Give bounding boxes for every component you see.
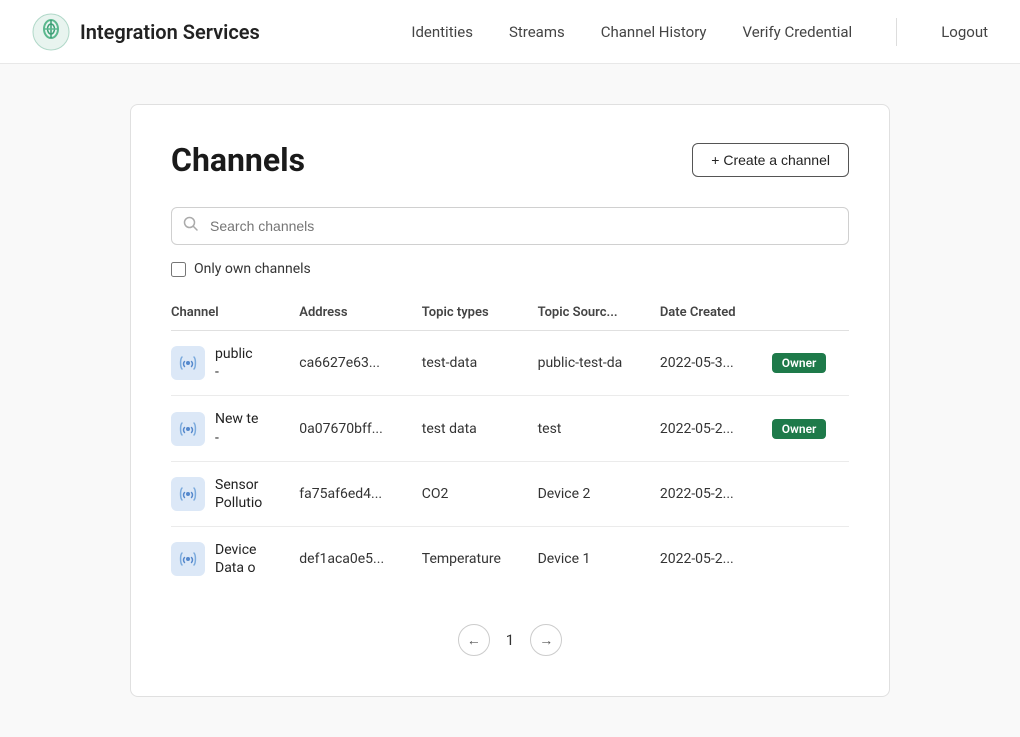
pagination: ← 1 →	[171, 624, 849, 656]
table-row[interactable]: public- ca6627e63...test-datapublic-test…	[171, 331, 849, 396]
brand-logo	[32, 13, 70, 51]
badge-cell	[762, 461, 849, 526]
topic-source-cell: Device 2	[528, 461, 650, 526]
prev-icon: ←	[467, 632, 481, 648]
prev-page-button[interactable]: ←	[458, 624, 490, 656]
main-content: Channels + Create a channel Only own cha…	[0, 64, 1020, 737]
create-channel-button[interactable]: + Create a channel	[692, 143, 849, 177]
channel-cell-2: SensorPollutio	[171, 461, 289, 526]
owner-badge: Owner	[772, 419, 827, 439]
date-created-cell: 2022-05-3...	[650, 331, 762, 396]
own-channels-label[interactable]: Only own channels	[194, 261, 311, 277]
date-created-cell: 2022-05-2...	[650, 461, 762, 526]
owner-badge: Owner	[772, 353, 827, 373]
current-page: 1	[506, 631, 514, 649]
search-wrapper	[171, 207, 849, 245]
card-header: Channels + Create a channel	[171, 141, 849, 179]
col-topic-types: Topic types	[412, 297, 528, 331]
col-date-created: Date Created	[650, 297, 762, 331]
brand-name: Integration Services	[80, 20, 260, 44]
address-cell: 0a07670bff...	[289, 396, 412, 461]
address-cell: ca6627e63...	[289, 331, 412, 396]
channel-cell-1: New te-	[171, 396, 289, 461]
table-row[interactable]: SensorPollutio fa75af6ed4...CO2Device 22…	[171, 461, 849, 526]
page-title: Channels	[171, 141, 305, 179]
channels-table: Channel Address Topic types Topic Sourc.…	[171, 297, 849, 592]
nav-channel-history[interactable]: Channel History	[601, 23, 707, 41]
logout-button[interactable]: Logout	[941, 23, 988, 41]
col-topic-source: Topic Sourc...	[528, 297, 650, 331]
channels-card: Channels + Create a channel Only own cha…	[130, 104, 890, 697]
nav-links: Identities Streams Channel History Verif…	[411, 18, 988, 46]
channel-name: DeviceData o	[215, 541, 256, 577]
address-cell: def1aca0e5...	[289, 527, 412, 592]
badge-cell: Owner	[762, 396, 849, 461]
search-input[interactable]	[171, 207, 849, 245]
col-address: Address	[289, 297, 412, 331]
topic-source-cell: Device 1	[528, 527, 650, 592]
table-row[interactable]: DeviceData o def1aca0e5...TemperatureDev…	[171, 527, 849, 592]
channel-icon	[171, 477, 205, 511]
topic-types-cell: Temperature	[412, 527, 528, 592]
channel-cell-0: public-	[171, 331, 289, 396]
nav-identities[interactable]: Identities	[411, 23, 473, 41]
brand: Integration Services	[32, 13, 260, 51]
channel-cell-3: DeviceData o	[171, 527, 289, 592]
nav-streams[interactable]: Streams	[509, 23, 565, 41]
date-created-cell: 2022-05-2...	[650, 527, 762, 592]
channel-icon	[171, 542, 205, 576]
table-header: Channel Address Topic types Topic Sourc.…	[171, 297, 849, 331]
topic-source-cell: public-test-da	[528, 331, 650, 396]
date-created-cell: 2022-05-2...	[650, 396, 762, 461]
col-badge	[762, 297, 849, 331]
topic-types-cell: CO2	[412, 461, 528, 526]
own-channels-checkbox[interactable]	[171, 262, 186, 277]
table-row[interactable]: New te- 0a07670bff...test datatest2022-0…	[171, 396, 849, 461]
navbar: Integration Services Identities Streams …	[0, 0, 1020, 64]
topic-types-cell: test-data	[412, 331, 528, 396]
topic-source-cell: test	[528, 396, 650, 461]
channel-name: public-	[215, 345, 253, 381]
own-channels-filter: Only own channels	[171, 261, 849, 277]
topic-types-cell: test data	[412, 396, 528, 461]
table-body: public- ca6627e63...test-datapublic-test…	[171, 331, 849, 592]
channel-name: SensorPollutio	[215, 476, 262, 512]
address-cell: fa75af6ed4...	[289, 461, 412, 526]
next-icon: →	[539, 632, 553, 648]
channel-name: New te-	[215, 410, 258, 446]
channel-icon	[171, 412, 205, 446]
badge-cell: Owner	[762, 331, 849, 396]
channel-icon	[171, 346, 205, 380]
badge-cell	[762, 527, 849, 592]
col-channel: Channel	[171, 297, 289, 331]
nav-divider	[896, 18, 897, 46]
next-page-button[interactable]: →	[530, 624, 562, 656]
nav-verify-credential[interactable]: Verify Credential	[743, 23, 853, 41]
